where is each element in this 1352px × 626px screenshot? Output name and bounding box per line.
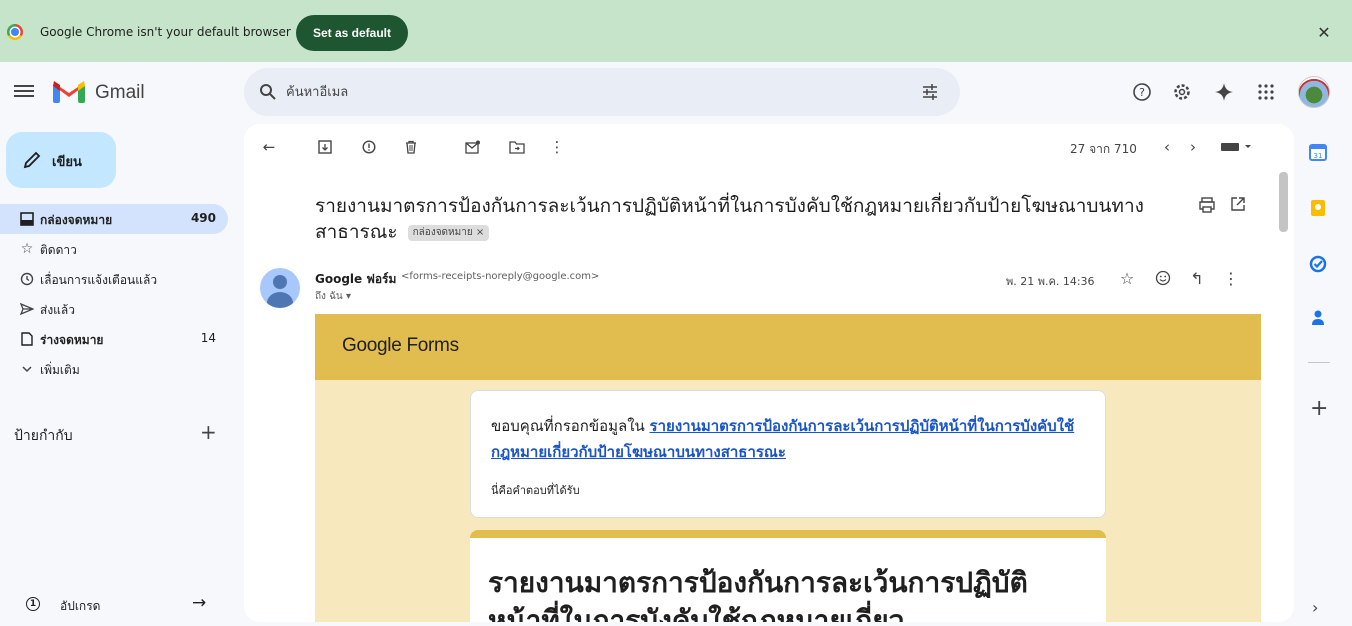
settings-gear-icon[interactable] xyxy=(1170,80,1194,104)
email-date: พ. 21 พ.ค. 14:36 xyxy=(1006,275,1095,288)
sidebar-item-label: เลื่อนการแจ้งเตือนแล้ว xyxy=(40,273,158,287)
app-name: Gmail xyxy=(95,82,145,103)
compose-label: เขียน xyxy=(52,155,82,170)
inbox-icon xyxy=(18,210,36,228)
arrow-right-icon: → xyxy=(192,593,207,613)
expand-side-panel-icon[interactable]: › xyxy=(1312,598,1318,617)
sender-avatar xyxy=(260,268,300,308)
delete-icon[interactable] xyxy=(400,136,422,158)
mark-unread-icon[interactable] xyxy=(462,136,484,158)
page-count: 27 จาก 710 xyxy=(1070,142,1137,156)
emoji-reaction-icon[interactable] xyxy=(1152,267,1174,289)
inbox-label-chip[interactable]: กล่องจดหมาย × xyxy=(407,224,490,241)
input-tools-icon[interactable] xyxy=(1218,136,1256,158)
sidebar-item-starred[interactable]: ☆ ติดดาว xyxy=(0,234,228,264)
search-options-icon[interactable] xyxy=(920,82,940,102)
upgrade-label: อัปเกรด xyxy=(60,599,101,613)
main-menu-icon[interactable] xyxy=(14,82,34,100)
email-subject: รายงานมาตรการป้องกันการละเว้นการปฏิบัติห… xyxy=(315,193,1175,245)
upgrade-button[interactable]: 1 อัปเกรด → xyxy=(0,590,230,622)
draft-icon xyxy=(18,330,36,348)
sidebar-item-label: ติดดาว xyxy=(40,243,77,257)
reply-icon[interactable]: ↰ xyxy=(1186,267,1208,289)
unread-count: 490 xyxy=(190,211,216,225)
archive-icon[interactable] xyxy=(314,136,336,158)
receipt-note: นี่คือคำตอบที่ได้รับ xyxy=(491,484,580,497)
add-addon-icon[interactable]: + xyxy=(1310,396,1328,421)
chevron-down-icon xyxy=(18,360,36,378)
google-forms-header: Google Forms xyxy=(315,314,1261,380)
keep-icon[interactable] xyxy=(1308,198,1328,218)
form-response-card: รายงานมาตรการป้องกันการละเว้นการปฏิบัติห… xyxy=(470,530,1106,622)
search-icon[interactable] xyxy=(259,83,277,101)
sidebar-item-sent[interactable]: ส่งแล้ว xyxy=(0,294,228,324)
google-forms-body: ขอบคุณที่กรอกข้อมูลใน รายงานมาตรการป้องก… xyxy=(315,380,1261,622)
scrollbar[interactable] xyxy=(1279,172,1288,232)
svg-text:31: 31 xyxy=(1314,152,1323,160)
back-arrow-icon[interactable]: ← xyxy=(258,136,280,158)
thanks-message: ขอบคุณที่กรอกข้อมูลใน รายงานมาตรการป้องก… xyxy=(491,413,1091,465)
set-default-button[interactable]: Set as default xyxy=(296,15,408,51)
search-input[interactable] xyxy=(286,82,886,102)
report-spam-icon[interactable] xyxy=(358,136,380,158)
calendar-icon[interactable]: 31 xyxy=(1308,142,1328,162)
google-forms-logo: Google Forms xyxy=(342,335,459,356)
form-title: รายงานมาตรการป้องกันการละเว้นการปฏิบัติห… xyxy=(488,566,1028,622)
star-icon[interactable]: ☆ xyxy=(1116,267,1138,289)
sidebar-item-label: ร่างจดหมาย xyxy=(40,333,104,347)
add-label-icon[interactable]: + xyxy=(200,420,217,444)
sidebar-item-label: เพิ่มเติม xyxy=(40,363,80,377)
chrome-logo-icon xyxy=(7,24,23,40)
sidebar-item-label: ส่งแล้ว xyxy=(40,303,76,317)
help-icon[interactable]: ? xyxy=(1130,80,1154,104)
close-icon[interactable]: ✕ xyxy=(1314,22,1334,42)
recipient-details-toggle[interactable]: ถึง ฉัน ▾ xyxy=(315,289,351,304)
sidebar-item-snoozed[interactable]: เลื่อนการแจ้งเตือนแล้ว xyxy=(0,264,228,294)
sidebar-item-drafts[interactable]: ร่างจดหมาย 14 xyxy=(0,324,228,354)
default-browser-banner: Google Chrome isn't your default browser… xyxy=(0,0,1352,62)
gmail-logo-icon[interactable] xyxy=(52,80,86,104)
open-new-window-icon[interactable] xyxy=(1230,196,1246,216)
apps-grid-icon[interactable] xyxy=(1254,80,1278,104)
upgrade-icon: 1 xyxy=(26,597,40,611)
account-avatar[interactable] xyxy=(1298,76,1330,108)
gemini-sparkle-icon[interactable] xyxy=(1212,80,1236,104)
sender-email: <forms-receipts-noreply@google.com> xyxy=(401,271,600,282)
contacts-icon[interactable] xyxy=(1308,308,1328,328)
sidebar-item-label: กล่องจดหมาย xyxy=(40,213,113,227)
sidebar-item-more[interactable]: เพิ่มเติม xyxy=(0,354,228,384)
older-chevron-icon[interactable]: › xyxy=(1182,136,1204,158)
sender-name: Google ฟอร์ม xyxy=(315,272,397,286)
thanks-card: ขอบคุณที่กรอกข้อมูลใน รายงานมาตรการป้องก… xyxy=(470,390,1106,518)
email-view: ← ⋮ 27 จาก 710 ‹ › รายงานมาตรการป้องกันก… xyxy=(244,124,1294,622)
pencil-icon xyxy=(23,151,41,169)
move-to-icon[interactable] xyxy=(506,136,528,158)
thanks-prefix: ขอบคุณที่กรอกข้อมูลใน xyxy=(491,417,650,435)
labels-heading: ป้ายกำกับ xyxy=(14,428,73,444)
send-icon xyxy=(18,300,36,318)
compose-button[interactable]: เขียน xyxy=(6,132,116,188)
tasks-icon[interactable] xyxy=(1308,254,1328,274)
side-panel-divider xyxy=(1308,362,1330,363)
default-browser-message: Google Chrome isn't your default browser xyxy=(40,25,291,39)
more-options-icon[interactable]: ⋮ xyxy=(1220,267,1242,289)
star-icon: ☆ xyxy=(20,241,34,257)
more-options-icon[interactable]: ⋮ xyxy=(546,136,568,158)
clock-icon xyxy=(18,270,36,288)
draft-count: 14 xyxy=(200,331,216,345)
search-bar[interactable] xyxy=(244,68,960,116)
print-icon[interactable] xyxy=(1198,196,1216,218)
svg-text:?: ? xyxy=(1139,86,1145,99)
newer-chevron-icon[interactable]: ‹ xyxy=(1156,136,1178,158)
sidebar-item-inbox[interactable]: กล่องจดหมาย 490 xyxy=(0,204,228,234)
